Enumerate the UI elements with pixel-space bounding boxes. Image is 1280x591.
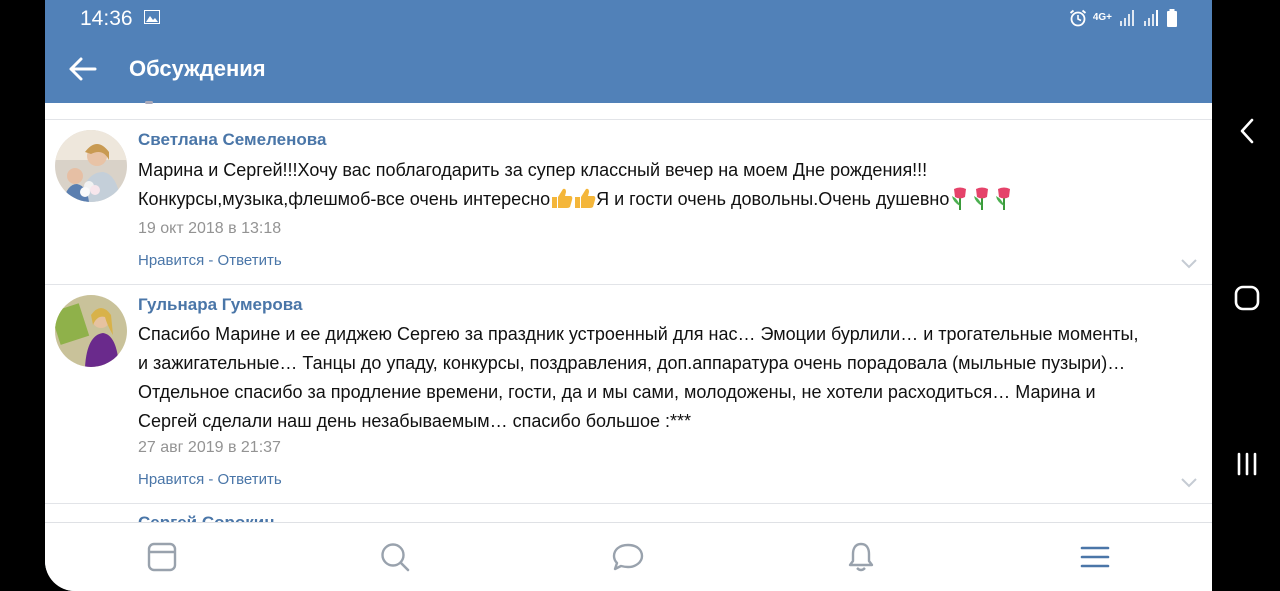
comment-item: Сергей Сорокин: [45, 503, 1212, 524]
nav-notifications-button[interactable]: [841, 537, 881, 577]
bottom-navigation: [45, 522, 1212, 591]
avatar[interactable]: [55, 295, 127, 367]
nav-search-button[interactable]: [375, 537, 415, 577]
thumbs-up-icon: [552, 188, 596, 208]
system-recents-button[interactable]: [1232, 449, 1262, 479]
comment-text: Спасибо Марине и ее диджею Сергею за пра…: [138, 320, 1202, 436]
recents-icon: [1237, 452, 1257, 476]
reply-button[interactable]: Ответить: [218, 252, 282, 269]
status-bar: 14:36 4G+: [45, 0, 1212, 38]
page-title: Обсуждения: [129, 56, 266, 81]
menu-icon: [1080, 546, 1110, 568]
system-navigation-bar: [1212, 0, 1280, 591]
list-top-strip: [45, 101, 1212, 119]
reply-button[interactable]: Ответить: [218, 471, 282, 488]
comment-text-segment: Конкурсы,музыка,флешмоб-все очень интере…: [138, 189, 551, 209]
network-type: 4G+: [1092, 12, 1112, 23]
comment-author[interactable]: Гульнара Гумерова: [138, 295, 302, 315]
tulip-icon: [952, 187, 1011, 210]
status-time: 14:36: [80, 7, 133, 30]
action-separator: -: [204, 252, 218, 269]
news-icon: [147, 542, 177, 572]
messages-icon: [612, 543, 644, 571]
system-back-button[interactable]: [1232, 116, 1262, 146]
search-icon: [381, 543, 410, 572]
comment-text-line: Отдельное спасибо за продление времени, …: [138, 382, 1096, 402]
status-icons: 4G+: [1069, 9, 1178, 27]
comment-text-segment: Я и гости очень довольны.Очень душевно: [596, 189, 950, 209]
chevron-down-icon[interactable]: [1180, 258, 1198, 270]
comment-text-line: Конкурсы,музыка,флешмоб-все очень интере…: [138, 185, 1202, 214]
alarm-icon: [1069, 9, 1086, 27]
comment-date: 27 авг 2019 в 21:37: [138, 439, 281, 456]
comment-item: Гульнара Гумерова Спасибо Марине и ее ди…: [45, 284, 1212, 503]
comment-actions: Нравится - Ответить: [138, 252, 282, 269]
back-button[interactable]: [65, 54, 99, 84]
notifications-icon: [848, 542, 874, 572]
comment-item: Светлана Семеленова Марина и Сергей!!!Хо…: [45, 119, 1212, 284]
comment-text-line: Сергей сделали наш день незабываемым… сп…: [138, 411, 692, 431]
system-home-button[interactable]: [1232, 283, 1262, 313]
comment-text-line: Марина и Сергей!!!Хочу вас поблагодарить…: [138, 160, 928, 180]
chevron-down-icon[interactable]: [1180, 477, 1198, 489]
battery-icon: [1167, 9, 1177, 27]
nav-menu-button[interactable]: [1075, 537, 1115, 577]
action-separator: -: [204, 471, 218, 488]
nav-news-button[interactable]: [142, 537, 182, 577]
comment-actions: Нравится - Ответить: [138, 471, 282, 488]
home-icon: [1234, 285, 1260, 311]
app-screen: 14:36 4G+ Обсуждения Светлана Семеленова…: [45, 0, 1212, 591]
comment-text-line: Спасибо Марине и ее диджею Сергею за пра…: [138, 324, 1139, 344]
comment-author[interactable]: Светлана Семеленова: [138, 130, 326, 150]
comment-text: Марина и Сергей!!!Хочу вас поблагодарить…: [138, 156, 1202, 214]
back-chevron-icon: [1240, 118, 1254, 144]
comment-date: 19 окт 2018 в 13:18: [138, 220, 282, 237]
comment-text-line: и зажигательные… Танцы до упаду, конкурс…: [138, 353, 1126, 373]
signal-icon: [1120, 10, 1134, 26]
like-button[interactable]: Нравится: [138, 471, 204, 488]
avatar[interactable]: [55, 130, 127, 202]
signal-icon: [1144, 10, 1158, 26]
app-header: 14:36 4G+ Обсуждения: [45, 0, 1212, 103]
nav-messages-button[interactable]: [608, 537, 648, 577]
like-button[interactable]: Нравится: [138, 252, 204, 269]
gallery-icon: [144, 10, 160, 24]
